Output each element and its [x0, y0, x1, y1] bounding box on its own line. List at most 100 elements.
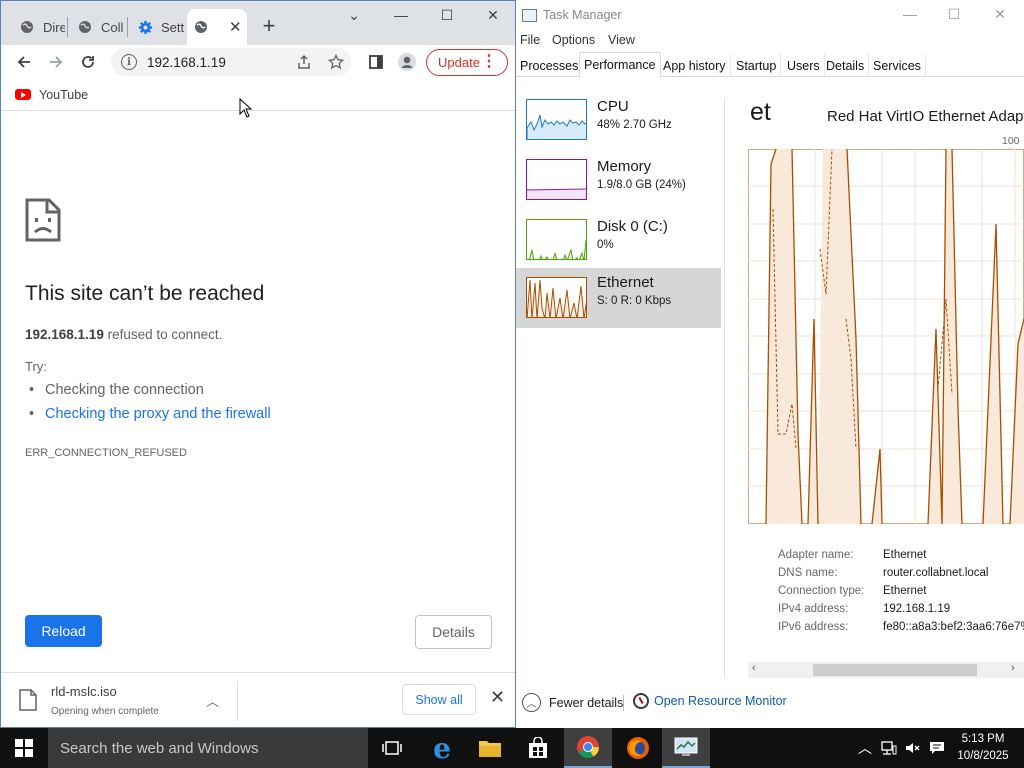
chevron-up-icon: ︿ [522, 693, 541, 712]
maximize-button[interactable]: ☐ [944, 6, 964, 23]
divider [237, 681, 238, 721]
update-button[interactable]: Update ⋮ [426, 49, 508, 76]
close-download-shelf-icon[interactable]: ✕ [490, 687, 505, 708]
maximize-button[interactable]: ☐ [437, 7, 457, 24]
arrow-left-icon [17, 56, 30, 68]
prop-value-ipv4: 192.168.1.19 [883, 603, 951, 615]
edge-icon: e [433, 731, 451, 765]
taskbar-store[interactable] [514, 728, 562, 768]
error-message: 192.168.1.19 refused to connect. [25, 327, 222, 342]
resource-detail: S: 0 R: 0 Kbps [597, 295, 672, 307]
taskbar-edge[interactable]: e [418, 728, 466, 768]
tab-app-history[interactable]: App history [659, 54, 731, 77]
suggestion-check-proxy-link[interactable]: Checking the proxy and the firewall [29, 406, 271, 422]
scroll-left-icon[interactable]: ‹ [752, 662, 756, 674]
tab-settings[interactable]: Sett [131, 9, 185, 45]
resource-disk[interactable]: Disk 0 (C:) 0% [516, 212, 721, 272]
prop-label-dns-name: DNS name: [778, 567, 838, 579]
taskbar-clock[interactable]: 5:13 PM 10/8/2025 [954, 731, 1012, 765]
scroll-right-icon[interactable]: › [1011, 662, 1015, 674]
menu-options[interactable]: Options [552, 33, 595, 47]
side-panel-icon[interactable] [365, 51, 387, 73]
tab-details[interactable]: Details [822, 54, 870, 77]
close-icon[interactable]: ✕ [229, 18, 242, 36]
taskbar-chrome[interactable] [564, 728, 612, 768]
menu-view[interactable]: View [608, 33, 635, 47]
arrow-right-icon [50, 56, 63, 68]
chevron-up-icon[interactable]: ︿ [206, 691, 219, 710]
network-icon[interactable] [878, 728, 900, 768]
taskbar-file-explorer[interactable] [466, 728, 514, 768]
resource-name: Memory [597, 158, 652, 175]
gear-icon [137, 19, 153, 35]
resource-ethernet[interactable]: Ethernet S: 0 R: 0 Kbps [516, 268, 721, 328]
tab-coll[interactable]: Coll [71, 9, 125, 45]
resource-detail: 1.9/8.0 GB (24%) [597, 179, 686, 191]
details-button[interactable]: Details [415, 615, 492, 649]
bookmark-youtube[interactable]: YouTube [39, 88, 88, 102]
resource-cpu[interactable]: CPU 48% 2.70 GHz [516, 92, 721, 152]
divider [724, 98, 725, 678]
tab-dire[interactable]: Dire [13, 9, 65, 45]
tab-users[interactable]: Users [783, 54, 825, 77]
memory-thumbnail-graph [526, 159, 587, 200]
minimize-button[interactable]: — [900, 6, 920, 22]
more-menu-icon[interactable]: ⋮ [481, 52, 497, 72]
error-title: This site can’t be reached [25, 282, 265, 305]
search-placeholder: Search the web and Windows [60, 739, 259, 757]
close-window-button[interactable]: ✕ [483, 7, 503, 24]
sad-file-icon [25, 198, 61, 242]
reload-button[interactable] [77, 51, 99, 73]
desktop: Dire Coll Sett ✕ + ⌄ — ☐ ✕ i 192.168.1.1… [0, 0, 1024, 768]
tab-label: Dire [43, 19, 65, 35]
prop-label-ipv6: IPv6 address: [778, 621, 849, 633]
close-window-button[interactable]: ✕ [990, 6, 1010, 23]
taskbar-search-box[interactable]: Search the web and Windows [48, 728, 368, 768]
url-text: 192.168.1.19 [147, 54, 226, 70]
error-host: 192.168.1.19 [25, 327, 104, 342]
fewer-details-button[interactable]: ︿ Fewer details [522, 693, 623, 712]
volume-muted-icon[interactable] [902, 728, 924, 768]
globe-icon [193, 19, 209, 35]
task-manager-window: Task Manager — ☐ ✕ File Options View Pro… [516, 0, 1024, 728]
menu-file[interactable]: File [520, 33, 540, 47]
resource-monitor-label: Open Resource Monitor [654, 694, 787, 708]
start-button[interactable] [0, 728, 48, 768]
tab-search-icon[interactable]: ⌄ [344, 7, 364, 24]
open-resource-monitor-link[interactable]: Open Resource Monitor [633, 693, 787, 709]
tab-startup[interactable]: Startup [732, 54, 782, 77]
new-tab-button[interactable]: + [259, 15, 279, 37]
back-button[interactable] [13, 51, 35, 73]
taskbar-firefox[interactable] [614, 728, 662, 768]
minimize-button[interactable]: — [391, 7, 411, 23]
chevron-up-icon[interactable]: ︿ [854, 728, 876, 768]
info-icon[interactable]: i [121, 54, 137, 70]
clock-time: 5:13 PM [961, 733, 1005, 745]
taskbar: Search the web and Windows e ︿ 5:13 PM 1… [0, 728, 1024, 768]
resource-name: Disk 0 (C:) [597, 218, 668, 235]
tab-processes[interactable]: Processes [516, 54, 584, 77]
profile-avatar[interactable] [396, 51, 418, 73]
tab-services[interactable]: Services [869, 54, 926, 77]
error-code: ERR_CONNECTION_REFUSED [25, 447, 187, 459]
download-shelf: rld-mslc.iso Opening when complete ︿ Sho… [1, 672, 515, 727]
error-page: This site can’t be reached 192.168.1.19 … [1, 112, 515, 671]
bookmark-star-icon[interactable] [325, 51, 347, 73]
address-bar[interactable]: i 192.168.1.19 [111, 48, 351, 76]
prop-label-adapter-name: Adapter name: [778, 549, 854, 561]
resource-memory[interactable]: Memory 1.9/8.0 GB (24%) [516, 152, 721, 212]
tab-active[interactable]: ✕ [187, 9, 247, 45]
tab-performance[interactable]: Performance [579, 52, 661, 78]
task-view-button[interactable] [368, 728, 416, 768]
download-filename[interactable]: rld-mslc.iso [51, 684, 117, 699]
reload-page-button[interactable]: Reload [25, 615, 102, 647]
forward-button[interactable] [45, 51, 67, 73]
share-icon[interactable] [293, 51, 315, 73]
action-center-icon[interactable] [926, 728, 948, 768]
divider [623, 695, 624, 711]
taskbar-task-manager[interactable] [662, 728, 710, 768]
show-all-button[interactable]: Show all [402, 684, 476, 715]
scrollbar-thumb[interactable] [813, 664, 977, 676]
horizontal-scrollbar[interactable]: ‹ › [748, 662, 1024, 678]
prop-label-ipv4: IPv4 address: [778, 603, 849, 615]
